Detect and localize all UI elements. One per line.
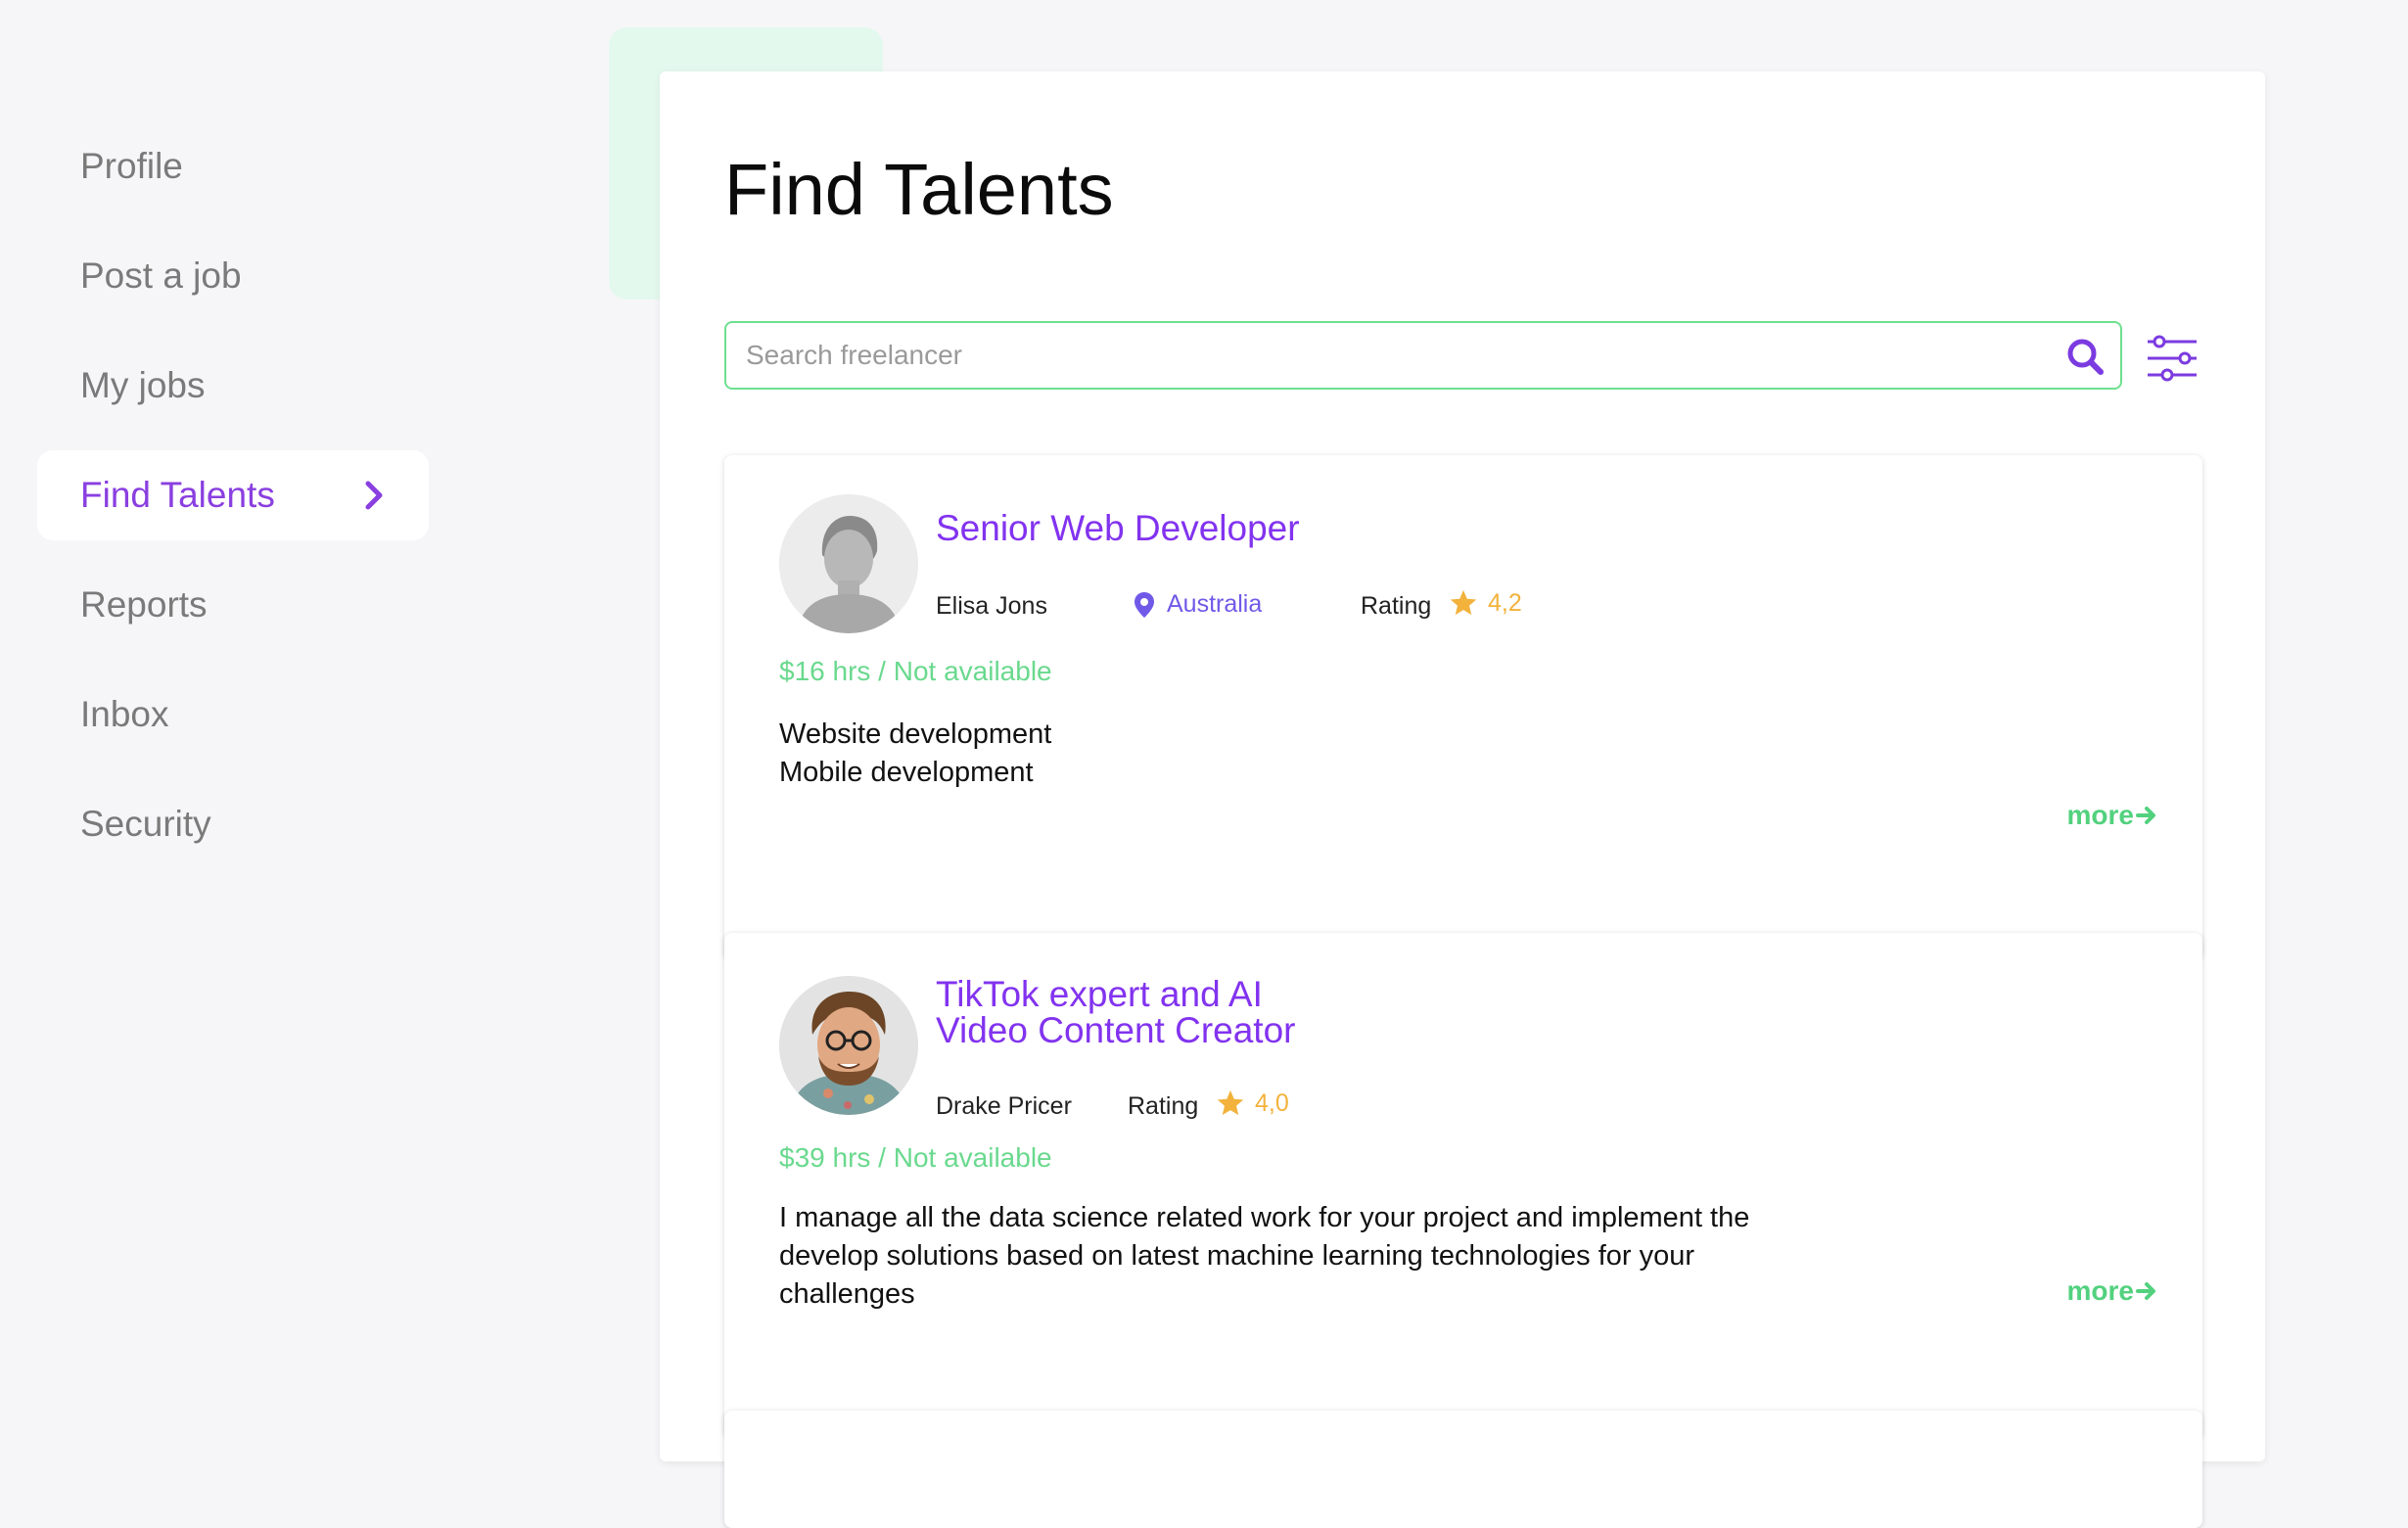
rating-value: 4,2 [1488, 588, 1522, 617]
sidebar-item-label: Reports [80, 584, 208, 625]
description: Website development Mobile development [779, 716, 1797, 792]
arrow-right-icon [2136, 1282, 2155, 1300]
more-label: more [2066, 800, 2134, 830]
description-line: Mobile development [779, 757, 1034, 788]
filter-sliders-icon[interactable] [2146, 334, 2199, 383]
arrow-right-icon [2136, 807, 2155, 824]
freelancer-name: Elisa Jons [936, 592, 1047, 620]
more-link[interactable]: more [2067, 800, 2157, 831]
location-pin-icon [1135, 591, 1154, 618]
more-label: more [2066, 1275, 2134, 1306]
sidebar-item-post-a-job[interactable]: Post a job [37, 231, 429, 321]
star-icon [1217, 1089, 1244, 1116]
sidebar-item-label: Find Talents [80, 475, 275, 515]
search-bar [724, 321, 2122, 390]
sidebar-item-label: Inbox [80, 694, 169, 734]
description-line: Website development [779, 718, 1052, 750]
more-link[interactable]: more [2067, 1275, 2157, 1307]
rating: 4,2 [1449, 588, 1522, 618]
avatar [779, 494, 918, 633]
sidebar-item-label: Profile [80, 146, 183, 186]
sidebar-item-security[interactable]: Security [37, 779, 429, 869]
page-title: Find Talents [724, 149, 1114, 230]
rating-value: 4,0 [1255, 1088, 1289, 1117]
avatar [779, 976, 918, 1115]
person-silhouette-icon [779, 494, 918, 633]
hourly-rate: $16 hrs / Not available [779, 656, 1052, 686]
job-title[interactable]: TikTok expert and AI Video Content Creat… [936, 976, 1347, 1048]
sidebar-item-find-talents[interactable]: Find Talents [37, 450, 429, 540]
sidebar-item-my-jobs[interactable]: My jobs [37, 341, 429, 431]
talent-card[interactable]: Senior Web Developer Elisa Jons Australi… [724, 455, 2202, 960]
sidebar-item-label: Post a job [80, 255, 242, 296]
search-input[interactable] [726, 323, 2067, 388]
sidebar-item-inbox[interactable]: Inbox [37, 670, 429, 760]
job-title[interactable]: Senior Web Developer [936, 510, 1347, 546]
location: Australia [1134, 590, 1262, 619]
talent-card[interactable] [724, 1411, 2202, 1528]
main-panel: Find Talents Senior Web Developer Elisa … [660, 71, 2265, 1528]
sidebar-item-label: Security [80, 804, 211, 844]
sidebar-item-profile[interactable]: Profile [37, 121, 429, 211]
hourly-rate: $39 hrs / Not available [779, 1142, 1052, 1173]
sidebar-item-reports[interactable]: Reports [37, 560, 429, 650]
rating-label: Rating [1128, 1092, 1199, 1120]
rating-label: Rating [1361, 592, 1432, 620]
location-label: Australia [1167, 590, 1263, 618]
star-icon [1450, 589, 1477, 616]
person-photo-icon [779, 976, 918, 1115]
sidebar-item-label: My jobs [80, 365, 206, 405]
talent-card[interactable]: TikTok expert and AI Video Content Creat… [724, 933, 2202, 1439]
description: I manage all the data science related wo… [779, 1202, 1750, 1310]
freelancer-name: Drake Pricer [936, 1092, 1072, 1120]
sidebar: Profile Post a job My jobs Find Talents … [0, 0, 450, 1447]
rating: 4,0 [1216, 1088, 1289, 1118]
search-icon[interactable] [2065, 337, 2105, 376]
chevron-right-icon [365, 481, 383, 510]
